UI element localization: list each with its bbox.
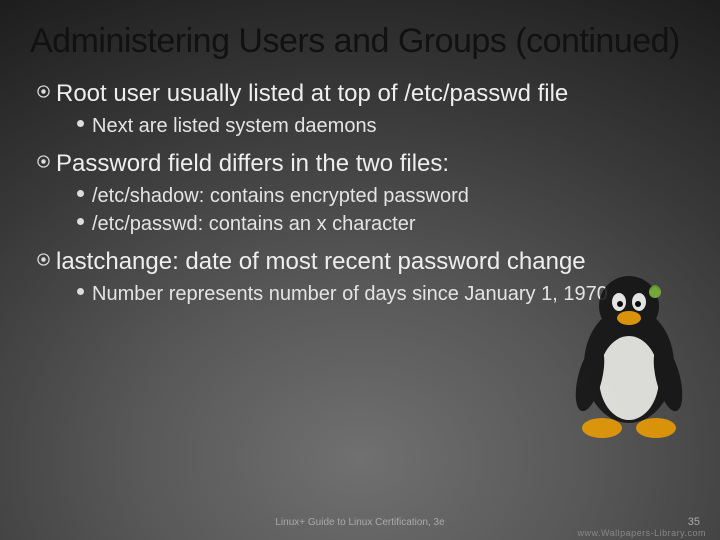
list-item: /etc/shadow: contains encrypted password [68,183,690,209]
slide-title: Administering Users and Groups (continue… [30,22,690,61]
dot-bullet-icon [68,113,92,127]
list-item: Root user usually listed at top of /etc/… [30,79,690,139]
sublist: Next are listed system daemons [68,113,690,139]
list-item: lastchange: date of most recent password… [30,247,690,307]
target-bullet-icon [30,247,56,266]
sub-bullet-text: /etc/shadow: contains encrypted password [92,183,690,209]
list-item: Password field differs in the two files:… [30,149,690,237]
sublist: /etc/shadow: contains encrypted password… [68,183,690,237]
footer-text: Linux+ Guide to Linux Certification, 3e [0,517,720,528]
list-item: /etc/passwd: contains an x character [68,211,690,237]
slide: Administering Users and Groups (continue… [0,0,720,540]
bullet-text: lastchange: date of most recent password… [56,247,690,277]
list-item: Number represents number of days since J… [68,281,690,307]
sub-bullet-text: /etc/passwd: contains an x character [92,211,690,237]
dot-bullet-icon [68,211,92,225]
sublist: Number represents number of days since J… [68,281,690,307]
sub-bullet-text: Number represents number of days since J… [92,281,690,307]
dot-bullet-icon [68,183,92,197]
page-number: 35 [688,516,700,528]
dot-bullet-icon [68,281,92,295]
list-item: Next are listed system daemons [68,113,690,139]
target-bullet-icon [30,149,56,168]
target-bullet-icon [30,79,56,98]
bullet-text: Root user usually listed at top of /etc/… [56,79,690,109]
sub-bullet-text: Next are listed system daemons [92,113,690,139]
bullet-text: Password field differs in the two files: [56,149,690,179]
bullet-list: Root user usually listed at top of /etc/… [30,79,690,307]
watermark: www.Wallpapers-Library.com [577,528,706,538]
